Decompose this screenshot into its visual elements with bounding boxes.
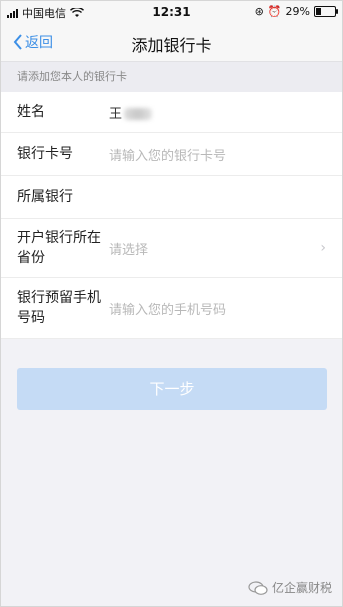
- province-select[interactable]: 请选择: [109, 239, 342, 258]
- province-label-line1: 开户银行所在: [17, 230, 101, 246]
- alarm-icon: ⏰: [267, 5, 282, 18]
- page-title: 添加银行卡: [131, 36, 212, 55]
- phone-input[interactable]: 请输入您的手机号码: [109, 299, 342, 318]
- province-row[interactable]: 开户银行所在 省份 请选择 ›: [1, 219, 342, 278]
- bank-card-form: 姓名 王 银行卡号 请输入您的银行卡号 所属银行 开户银行所在 省份 请选择 ›…: [1, 92, 342, 339]
- nav-bar: 返回 添加银行卡: [1, 23, 342, 62]
- phone-label: 银行预留手机 号码: [1, 288, 109, 328]
- bank-row: 所属银行: [1, 176, 342, 219]
- wechat-icon: [248, 580, 268, 595]
- bank-label: 所属银行: [17, 189, 73, 205]
- watermark-text: 亿企赢财税: [271, 581, 332, 595]
- card-number-row[interactable]: 银行卡号 请输入您的银行卡号: [1, 133, 342, 176]
- card-number-label: 银行卡号: [17, 146, 73, 162]
- card-number-input[interactable]: 请输入您的银行卡号: [109, 145, 342, 164]
- province-label-line2: 省份: [17, 250, 45, 266]
- screen: 中国电信 12:31 ⊛ ⏰ 29% 返回 添加银行卡 请添加您本人的银行卡 姓…: [0, 0, 343, 607]
- battery-fill: [316, 8, 322, 15]
- next-step-button[interactable]: 下一步: [17, 368, 327, 410]
- chevron-right-icon: ›: [320, 240, 326, 256]
- redacted-name: [124, 108, 153, 120]
- province-label: 开户银行所在 省份: [1, 228, 109, 268]
- name-row: 姓名 王: [1, 92, 342, 133]
- status-right: ⊛ ⏰ 29%: [254, 5, 338, 18]
- hint-text: 请添加您本人的银行卡: [1, 62, 342, 92]
- name-label: 姓名: [17, 104, 45, 120]
- phone-label-line2: 号码: [17, 310, 45, 326]
- name-value: 王: [109, 103, 342, 122]
- watermark: 亿企赢财税: [248, 579, 332, 596]
- rotation-lock-icon: ⊛: [254, 5, 264, 18]
- name-value-text: 王: [109, 106, 123, 122]
- phone-label-line1: 银行预留手机: [17, 290, 101, 306]
- status-bar: 中国电信 12:31 ⊛ ⏰ 29%: [1, 1, 342, 23]
- battery-percent: 29%: [285, 5, 310, 18]
- phone-row[interactable]: 银行预留手机 号码 请输入您的手机号码: [1, 278, 342, 339]
- battery-icon: [314, 6, 338, 17]
